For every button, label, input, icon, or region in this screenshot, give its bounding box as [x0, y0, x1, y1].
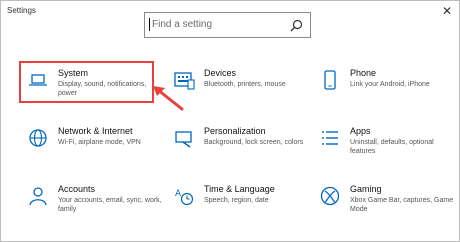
category-time-language[interactable]: A Time & Language Speech, region, date — [168, 183, 308, 229]
category-name: Gaming — [350, 184, 382, 194]
pointer-arrow — [153, 86, 184, 111]
xbox-icon — [320, 186, 340, 206]
search-placeholder: Find a setting — [152, 19, 213, 30]
category-devices[interactable]: Devices Bluetooth, printers, mouse — [168, 67, 308, 113]
globe-icon — [29, 129, 47, 147]
phone-icon — [324, 70, 336, 90]
category-name: Accounts — [58, 184, 96, 194]
settings-window: Settings ✕ Find a setting System Display… — [0, 0, 460, 242]
category-description: Background, lock screen, colors — [204, 139, 304, 146]
category-network[interactable]: Network & Internet Wi-Fi, airplane mode,… — [22, 125, 162, 171]
brush-icon — [175, 131, 192, 148]
category-description: Wi-Fi, airplane mode, VPN — [58, 139, 141, 146]
category-phone[interactable]: Phone Link your Android, iPhone — [314, 67, 454, 113]
category-description: Uninstall, defaults, optional features — [350, 139, 434, 155]
person-icon — [29, 187, 47, 206]
category-gaming[interactable]: Gaming Xbox Game Bar, captures, Game Mod… — [314, 183, 454, 229]
category-description: Bluetooth, printers, mouse — [204, 81, 286, 88]
category-description: Link your Android, iPhone — [350, 81, 430, 88]
category-name: Time & Language — [204, 184, 275, 194]
category-description: Xbox Game Bar, captures, Game Mode — [350, 197, 454, 213]
category-apps[interactable]: Apps Uninstall, defaults, optional featu… — [314, 125, 454, 171]
category-name: Network & Internet — [58, 126, 133, 136]
category-name: Apps — [350, 126, 371, 136]
category-personalization[interactable]: Personalization Background, lock screen,… — [168, 125, 308, 171]
time-language-icon: A — [175, 189, 194, 206]
window-title: Settings — [7, 6, 36, 15]
text-caret — [149, 18, 150, 31]
category-description: Your accounts, email, sync, work, family — [58, 197, 162, 213]
category-accounts[interactable]: Accounts Your accounts, email, sync, wor… — [22, 183, 162, 229]
category-name: Phone — [350, 68, 377, 78]
category-name: Personalization — [204, 126, 266, 136]
category-name: Devices — [204, 68, 237, 78]
search-icon[interactable] — [290, 19, 303, 32]
svg-text:A: A — [175, 189, 182, 199]
close-button[interactable]: ✕ — [441, 4, 453, 18]
search-input[interactable]: Find a setting — [144, 12, 311, 38]
highlight-box — [19, 61, 154, 103]
category-description: Speech, region, date — [204, 197, 269, 204]
apps-icon — [322, 131, 338, 145]
